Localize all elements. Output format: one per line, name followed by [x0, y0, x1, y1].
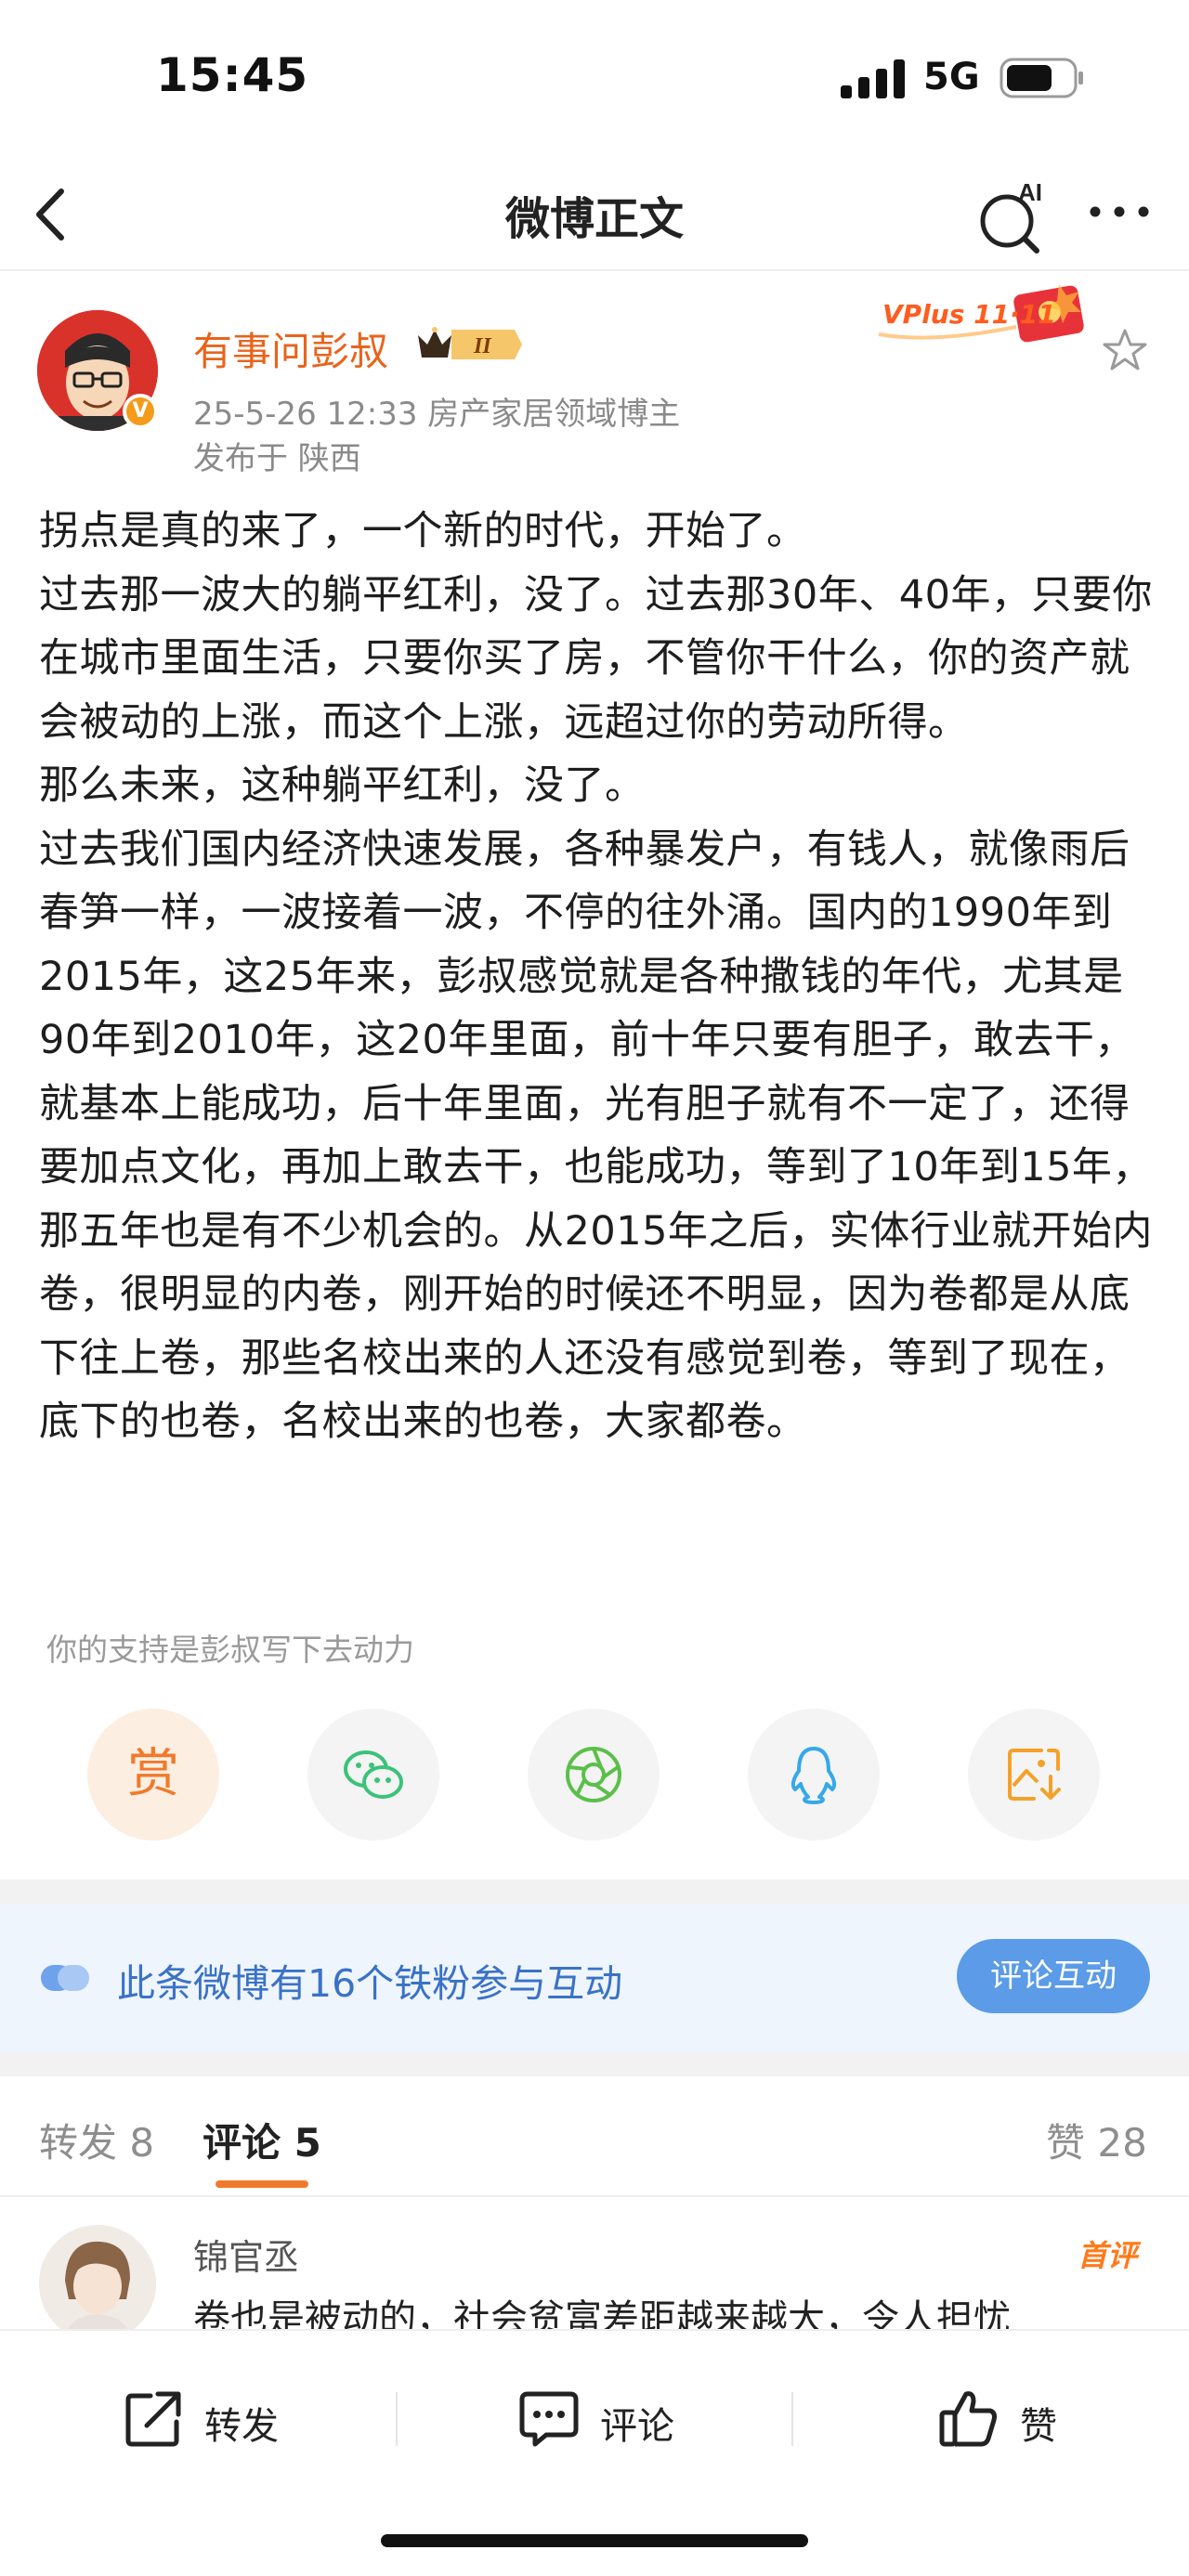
- share-wechat-button[interactable]: [307, 1709, 439, 1841]
- tab-like[interactable]: 赞 28: [1046, 2112, 1147, 2168]
- comment-button[interactable]: 评论: [518, 2383, 704, 2457]
- post-paragraph: 过去我们国内经济快速发展，各种暴发户，有钱人，就像雨后春笋一样，一波接着一波，不…: [39, 826, 1153, 1446]
- comment-text: 卷也是被动的，社会贫富差距越来越大，令人担忧: [193, 2297, 1011, 2331]
- verified-badge: V: [123, 394, 158, 429]
- post-paragraph: 那么未来，这种躺平红利，没了。: [39, 762, 646, 809]
- section-divider: [0, 2052, 1189, 2076]
- comment-interact-button[interactable]: 评论互动: [957, 1939, 1150, 2013]
- repost-icon: [125, 2391, 181, 2447]
- commenter-avatar-icon: [39, 2225, 156, 2342]
- moments-icon: [566, 1747, 621, 1802]
- author-name[interactable]: 有事问彭叔: [193, 320, 388, 377]
- section-divider: [0, 1880, 1189, 1904]
- comment-icon: [519, 2391, 579, 2447]
- favorite-star-icon[interactable]: [1102, 327, 1148, 373]
- tab-repost[interactable]: 转发 8: [39, 2112, 154, 2168]
- ai-search-icon[interactable]: AI: [975, 175, 1050, 254]
- post-location: 发布于 陕西: [193, 440, 361, 477]
- post-paragraph: 过去那一波大的躺平红利，没了。过去那30年、40年，只要你在城市里面生活，只要你…: [39, 571, 1153, 746]
- post-content: 拐点是真的来了，一个新的时代，开始了。 过去那一波大的躺平红利，没了。过去那30…: [39, 500, 1154, 1454]
- active-tab-indicator: [216, 2180, 308, 2188]
- post-meta: 25-5-26 12:33 房产家居领域博主: [193, 396, 681, 433]
- bar-separator: [396, 2392, 398, 2446]
- tab-comment[interactable]: 评论 5: [203, 2112, 321, 2168]
- repost-button[interactable]: 转发: [123, 2383, 308, 2457]
- thumbs-up-icon: [939, 2391, 997, 2447]
- network-type: 5G: [923, 56, 980, 98]
- home-indicator[interactable]: [381, 2534, 808, 2547]
- like-button[interactable]: 赞: [938, 2383, 1087, 2457]
- wechat-icon: [344, 1750, 403, 1799]
- share-qq-button[interactable]: [748, 1709, 880, 1841]
- like-label: 赞: [1020, 2405, 1057, 2448]
- save-image-button[interactable]: [968, 1709, 1100, 1841]
- fans-banner-text: 此条微博有16个铁粉参与互动: [117, 1961, 623, 2006]
- fans-pill-icon: [41, 1965, 89, 1991]
- reward-icon: 赏: [127, 1744, 179, 1804]
- status-bar: 15:45 5G: [0, 0, 1189, 158]
- iron-fans-banner[interactable]: 此条微博有16个铁粉参与互动 评论互动: [0, 1904, 1189, 2052]
- commenter-name[interactable]: 锦官丞: [193, 2229, 299, 2280]
- save-image-icon: [1008, 1749, 1061, 1801]
- first-comment-badge: 首评: [1078, 2238, 1138, 2273]
- repost-label: 转发: [204, 2405, 279, 2448]
- nav-header: 微博正文 AI: [0, 158, 1189, 271]
- post-paragraph: 拐点是真的来了，一个新的时代，开始了。: [39, 508, 807, 554]
- support-text: 你的支持是彭叔写下去动力: [46, 1632, 414, 1668]
- status-time: 15:45: [156, 48, 309, 102]
- qq-penguin-icon: [790, 1747, 837, 1804]
- battery-icon: [1000, 58, 1083, 98]
- vplus-promo-badge[interactable]: VPlus 11·11: [877, 279, 1115, 357]
- share-row: 赏: [0, 1709, 1189, 1848]
- share-moments-button[interactable]: [528, 1709, 660, 1841]
- commenter-avatar[interactable]: [39, 2225, 156, 2342]
- ai-label: AI: [1018, 178, 1042, 206]
- fan-level-badge-icon: II: [418, 327, 522, 359]
- reward-button[interactable]: 赏: [87, 1709, 219, 1841]
- cellular-signal-icon: [841, 59, 905, 98]
- bar-separator: [791, 2392, 793, 2446]
- more-dots-icon[interactable]: [1087, 193, 1152, 230]
- fan-level-text: II: [473, 334, 492, 358]
- comment-label: 评论: [600, 2405, 674, 2448]
- vplus-label: VPlus 11·11: [882, 299, 1056, 330]
- post-tabs: 转发 8 评论 5 赞 28: [0, 2076, 1189, 2197]
